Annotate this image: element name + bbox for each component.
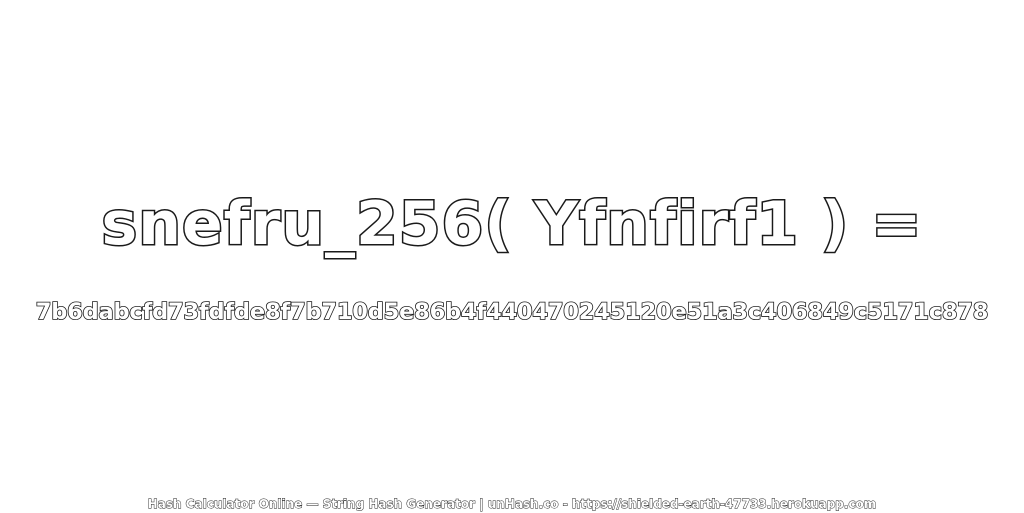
site-footer-credit: Hash Calculator Online — String Hash Gen… xyxy=(147,497,877,512)
hash-result-value: 7b6dabcfd73fdfde8f7b710d5e86b4f440470245… xyxy=(35,298,989,326)
hash-expression-heading: snefru_256( Yfnfirf1 ) = xyxy=(100,188,923,261)
